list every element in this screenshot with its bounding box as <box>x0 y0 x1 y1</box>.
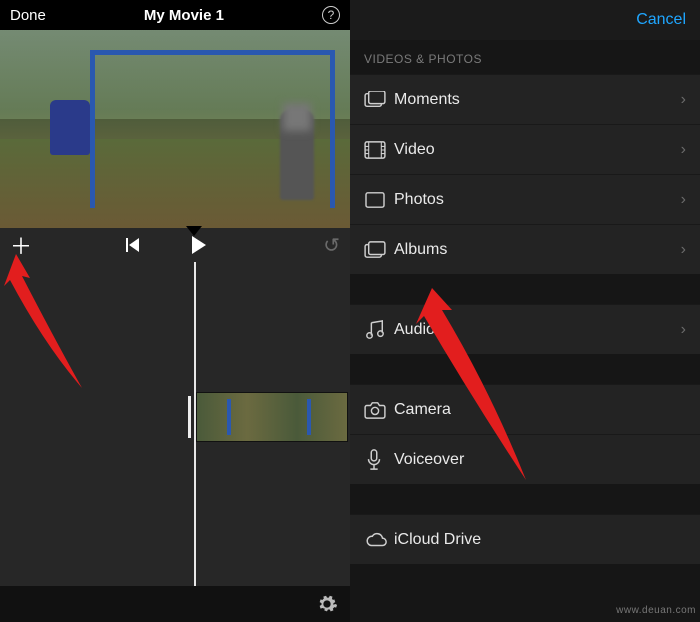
photos-icon <box>364 191 394 209</box>
row-photos[interactable]: Photos › <box>350 174 700 224</box>
row-icloud-drive[interactable]: iCloud Drive <box>350 514 700 564</box>
row-label: Camera <box>394 401 686 419</box>
microphone-icon <box>364 449 394 471</box>
moments-icon <box>364 91 394 109</box>
video-icon <box>364 141 394 159</box>
editor-footer <box>0 586 350 622</box>
picker-header: Cancel <box>350 0 700 40</box>
clip-start-handle[interactable] <box>188 396 191 438</box>
row-label: Albums <box>394 241 681 259</box>
chevron-right-icon: › <box>681 241 686 259</box>
skip-start-button[interactable] <box>124 238 140 252</box>
row-label: Photos <box>394 191 681 209</box>
playhead-marker-icon <box>186 226 202 236</box>
chevron-right-icon: › <box>681 91 686 109</box>
cancel-button[interactable]: Cancel <box>636 11 686 29</box>
row-camera[interactable]: Camera <box>350 384 700 434</box>
project-title: My Movie 1 <box>144 7 224 24</box>
row-label: iCloud Drive <box>394 531 686 549</box>
row-label: Moments <box>394 91 681 109</box>
albums-icon <box>364 241 394 259</box>
chevron-right-icon: › <box>681 191 686 209</box>
row-label: Audio <box>394 321 681 339</box>
section-header-videos-photos: VIDEOS & PHOTOS <box>350 40 700 74</box>
undo-button[interactable]: ↺ <box>323 233 340 258</box>
cloud-icon <box>364 531 394 549</box>
add-media-button[interactable]: ＋ <box>10 229 34 261</box>
row-label: Voiceover <box>394 451 686 469</box>
row-audio[interactable]: Audio › <box>350 304 700 354</box>
row-albums[interactable]: Albums › <box>350 224 700 274</box>
chevron-right-icon: › <box>681 141 686 159</box>
video-preview[interactable] <box>0 30 350 228</box>
row-voiceover[interactable]: Voiceover <box>350 434 700 484</box>
media-picker-panel: Cancel VIDEOS & PHOTOS Moments › Video ›… <box>350 0 700 622</box>
timeline[interactable] <box>0 262 350 586</box>
row-gap <box>350 354 700 384</box>
chevron-right-icon: › <box>681 321 686 339</box>
editor-header: Done My Movie 1 ? <box>0 0 350 30</box>
play-button[interactable] <box>190 236 206 254</box>
row-video[interactable]: Video › <box>350 124 700 174</box>
video-clip[interactable] <box>196 392 348 442</box>
row-gap <box>350 274 700 304</box>
done-button[interactable]: Done <box>10 7 46 24</box>
transport-bar: ＋ ↺ <box>0 228 350 262</box>
editor-panel: Done My Movie 1 ? ＋ ↺ <box>0 0 350 622</box>
camera-icon <box>364 401 394 419</box>
row-moments[interactable]: Moments › <box>350 74 700 124</box>
row-label: Video <box>394 141 681 159</box>
gear-icon[interactable] <box>316 593 338 615</box>
audio-icon <box>364 320 394 340</box>
help-icon[interactable]: ? <box>322 6 340 24</box>
row-gap <box>350 484 700 514</box>
watermark: www.deuan.com <box>616 605 696 616</box>
